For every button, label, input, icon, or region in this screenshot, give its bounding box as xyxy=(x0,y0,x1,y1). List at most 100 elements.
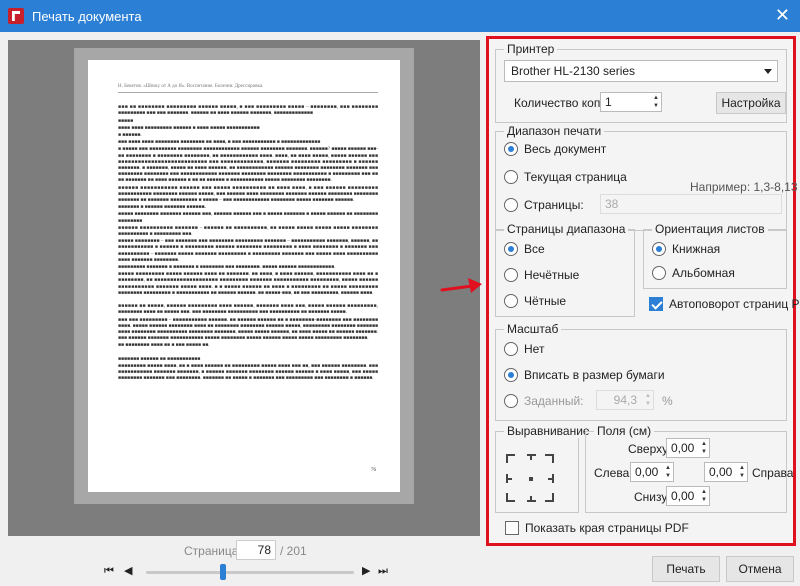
page-label: Страница: xyxy=(184,544,242,558)
scale-none-label: Нет xyxy=(524,342,545,356)
scale-fit-radio[interactable] xyxy=(504,368,518,382)
page-subset-title: Страницы диапазона xyxy=(504,222,629,236)
print-button[interactable]: Печать xyxy=(652,556,720,582)
auto-rotate-checkbox[interactable] xyxy=(649,297,663,311)
first-page-icon[interactable]: ⏮ xyxy=(104,564,114,578)
alignment-grid xyxy=(506,454,556,506)
range-pages-radio[interactable] xyxy=(504,198,518,212)
spinner-arrows-icon[interactable]: ▲ ▼ xyxy=(653,94,659,110)
portrait-label: Книжная xyxy=(672,242,721,256)
align-top-right-icon[interactable] xyxy=(542,454,556,468)
copies-value: 1 xyxy=(605,95,612,109)
margin-left-label: Слева xyxy=(594,466,630,480)
scale-percent-value: 94,3 xyxy=(613,393,637,407)
print-range-group: Диапазон печати Весь документ Текущая ст… xyxy=(495,124,798,231)
range-current-radio[interactable] xyxy=(504,170,518,184)
auto-rotate-label: Автоповорот страниц PDF xyxy=(669,297,800,311)
printer-selected-value: Brother HL-2130 series xyxy=(511,64,636,78)
margin-left-input[interactable]: 0,00 ▲ ▼ xyxy=(630,462,674,482)
spinner-arrows-icon[interactable]: ▲ ▼ xyxy=(701,488,707,504)
align-top-left-icon[interactable] xyxy=(506,454,520,468)
scale-custom-label: Заданный: xyxy=(524,394,584,408)
orientation-title: Ориентация листов xyxy=(652,222,768,236)
margin-top-label: Сверху xyxy=(628,442,669,456)
printer-group-title: Принтер xyxy=(504,42,558,56)
title-bar: Печать документа ✕ xyxy=(0,0,800,32)
margin-bottom-input[interactable]: 0,00 ▲ ▼ xyxy=(666,486,710,506)
next-page-icon[interactable]: ▶ xyxy=(362,564,370,578)
print-settings-panel: Принтер Brother HL-2130 series Количеств… xyxy=(486,36,800,546)
page-total: / 201 xyxy=(280,544,307,558)
align-bottom-right-icon[interactable] xyxy=(542,490,556,504)
align-center-icon[interactable] xyxy=(524,472,538,486)
printer-group: Принтер Brother HL-2130 series Количеств… xyxy=(495,42,787,123)
subset-all-radio[interactable] xyxy=(504,242,518,256)
orientation-group: Ориентация листов Книжная Альбомная xyxy=(643,222,787,289)
range-example-hint: Например: 1,3-8,13 xyxy=(690,180,798,194)
subset-all-label: Все xyxy=(524,242,545,256)
page-number: 76 xyxy=(371,467,376,473)
window-title: Печать документа xyxy=(32,8,142,24)
prev-page-icon[interactable]: ◀ xyxy=(124,564,132,578)
pdf-app-icon xyxy=(8,8,24,24)
align-middle-left-icon[interactable] xyxy=(506,472,520,486)
scale-none-radio[interactable] xyxy=(504,342,518,356)
percent-sign: % xyxy=(662,394,673,408)
subset-even-radio[interactable] xyxy=(504,294,518,308)
subset-even-label: Чётные xyxy=(524,294,567,308)
spinner-arrows-icon[interactable]: ▲ ▼ xyxy=(701,440,707,456)
spinner-arrows-icon[interactable]: ▲ ▼ xyxy=(665,464,671,480)
scale-custom-radio[interactable] xyxy=(504,394,518,408)
printer-settings-button[interactable]: Настройка xyxy=(716,92,786,114)
margin-right-label: Справа xyxy=(752,466,794,480)
margin-top-input[interactable]: 0,00 ▲ ▼ xyxy=(666,438,710,458)
show-edges-checkbox[interactable] xyxy=(505,521,519,535)
printer-select[interactable]: Brother HL-2130 series xyxy=(504,60,778,82)
page-shadow-frame: Н. Бекетов. «Шпиц: от А до Я». Воспитани… xyxy=(74,48,414,504)
subset-odd-radio[interactable] xyxy=(504,268,518,282)
red-arrow-icon xyxy=(440,278,482,293)
copies-label: Количество копий xyxy=(514,96,614,110)
spinner-arrows-icon[interactable]: ▲ ▼ xyxy=(739,464,745,480)
scale-percent-input[interactable]: 94,3 ▲ ▼ xyxy=(596,390,654,410)
page-navigator: Страница: 78 / 201 ⏮ ◀ ▶ ⏭ xyxy=(0,536,480,586)
landscape-label: Альбомная xyxy=(672,266,735,280)
alignment-group: Выравнивание xyxy=(495,424,593,513)
align-middle-right-icon[interactable] xyxy=(542,472,556,486)
page-number-input[interactable]: 78 xyxy=(236,540,276,560)
last-page-icon[interactable]: ⏭ xyxy=(378,564,388,578)
range-current-label: Текущая страница xyxy=(524,170,627,184)
range-all-radio[interactable] xyxy=(504,142,518,156)
page-slider-track[interactable] xyxy=(146,571,354,574)
landscape-radio[interactable] xyxy=(652,266,666,280)
align-bottom-center-icon[interactable] xyxy=(524,490,538,504)
chevron-down-icon xyxy=(764,69,772,74)
cancel-button[interactable]: Отмена xyxy=(726,556,794,582)
margins-group: Поля (см) Сверху 0,00 ▲ ▼ Слева 0,00 ▲ ▼ 0… xyxy=(585,424,793,513)
subset-odd-label: Нечётные xyxy=(524,268,580,282)
margin-right-input[interactable]: 0,00 ▲ ▼ xyxy=(704,462,748,482)
print-range-title: Диапазон печати xyxy=(504,124,605,138)
margin-right-value: 0,00 xyxy=(709,465,733,479)
spinner-arrows-icon[interactable]: ▲ ▼ xyxy=(645,392,651,408)
range-pages-input[interactable]: 38 xyxy=(600,194,782,214)
align-top-center-icon[interactable] xyxy=(524,454,538,468)
align-bottom-left-icon[interactable] xyxy=(506,490,520,504)
close-icon[interactable]: ✕ xyxy=(775,5,790,25)
margin-left-value: 0,00 xyxy=(635,465,659,479)
page-slider-thumb[interactable] xyxy=(220,564,226,580)
portrait-radio[interactable] xyxy=(652,242,666,256)
margins-title: Поля (см) xyxy=(594,424,655,438)
page-header: Н. Бекетов. «Шпиц: от А до Я». Воспитани… xyxy=(118,84,378,94)
print-preview: Н. Бекетов. «Шпиц: от А до Я». Воспитани… xyxy=(8,40,480,536)
page-subset-group: Страницы диапазона Все Нечётные Чётные xyxy=(495,222,635,317)
scale-title: Масштаб xyxy=(504,322,562,336)
page-body: ■■■ ■■ ■■■■■■■■ ■■■■■■■■■ ■■■■■■ ■■■■■, … xyxy=(118,105,378,382)
margin-bottom-label: Снизу xyxy=(634,490,668,504)
scale-fit-label: Вписать в размер бумаги xyxy=(524,368,665,382)
alignment-title: Выравнивание xyxy=(504,424,593,438)
margin-bottom-value: 0,00 xyxy=(671,489,695,503)
scale-group: Масштаб Нет Вписать в размер бумаги Зада… xyxy=(495,322,787,421)
show-edges-label: Показать края страницы PDF xyxy=(525,521,689,535)
copies-stepper[interactable]: 1 ▲ ▼ xyxy=(600,92,662,112)
